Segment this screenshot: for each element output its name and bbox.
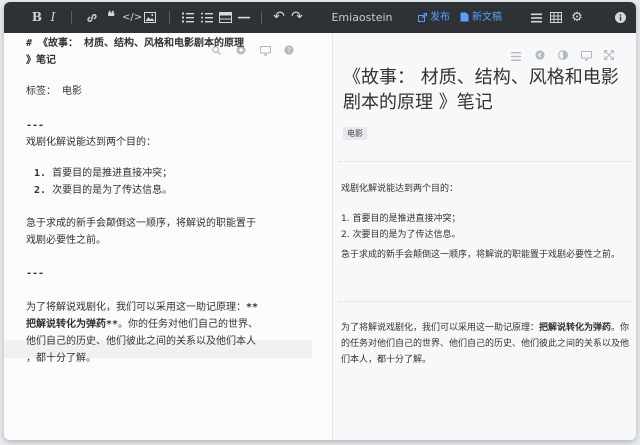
- unordered-list-button[interactable]: [199, 2, 215, 33]
- toolbar: B I ❝ </> ↶ ↷ Emiaostein 发布 新文稿 ⚙: [4, 2, 636, 33]
- list-text: 次要目的是为了传达信息。: [52, 185, 173, 196]
- markdown-editor[interactable]: ? # 《故事： 材质、结构、风格和电影剧本的原理 》笔记 标签： 电影 ---…: [4, 33, 328, 440]
- new-doc-button[interactable]: 新文稿: [460, 2, 502, 33]
- bold-text: 把解说转化为弹药**: [26, 319, 119, 330]
- text-span: 为了将解说戏剧化，我们可以采用这一助记原理：: [341, 323, 540, 333]
- settings-button[interactable]: ⚙: [569, 2, 585, 33]
- preview-pane: 《故事： 材质、结构、风格和电影剧本的原理 》笔记 电影 戏剧化解说能达到两个目…: [332, 33, 636, 440]
- list-text: 首要目的是推进直接冲突；: [52, 168, 173, 179]
- preview-paragraph-2: 为了将解说戏剧化，我们可以采用这一助记原理：把解说转化为弹药。你的任务对他们自己…: [341, 320, 631, 368]
- bold-button[interactable]: B: [30, 2, 44, 33]
- list-number: 1.: [34, 168, 47, 179]
- editor-paragraph2-line3: 他们自己的历史、他们彼此之间的关系以及他们本人: [26, 336, 256, 347]
- divider: [339, 301, 631, 302]
- ordered-list-icon: [182, 12, 194, 23]
- undo-icon: ↶: [273, 9, 285, 25]
- fullscreen-icon[interactable]: [603, 45, 615, 64]
- editor-list-item-1: 1. 首要目的是推进直接冲突；: [34, 167, 172, 181]
- undo-button[interactable]: ↶: [271, 2, 287, 33]
- editor-heading-line1: # 《故事： 材质、结构、风格和电影剧本的原理: [26, 38, 245, 49]
- bold-marker: **: [246, 302, 259, 313]
- link-icon: [87, 13, 97, 22]
- list-number: 2.: [34, 185, 47, 196]
- editor-paragraph2-line4: ，都十分了解。: [26, 353, 96, 364]
- editor-paragraph-line2: 戏剧必要性之前。: [26, 235, 106, 246]
- publish-label: 发布: [430, 12, 450, 23]
- menu-icon: [530, 13, 542, 22]
- bullet-list-icon: [201, 12, 213, 23]
- redo-icon: ↷: [291, 9, 303, 25]
- app-window: B I ❝ </> ↶ ↷ Emiaostein 发布 新文稿 ⚙ ? # 《故…: [4, 2, 636, 440]
- editor-paragraph2-line2: 把解说转化为弹药**。你的任务对他们自己的世界、: [26, 318, 258, 332]
- table-icon: [218, 12, 232, 23]
- editor-paragraph2-line1: 为了将解说戏剧化，我们可以采用这一助记原理：**: [26, 301, 258, 315]
- divider: [339, 161, 631, 162]
- info-button[interactable]: [612, 2, 628, 33]
- gear-icon: ⚙: [571, 10, 583, 25]
- preview-list-item-1: 1. 首要目的是推进直接冲突；: [341, 214, 461, 224]
- horizontal-rule-button[interactable]: [236, 2, 252, 33]
- publish-button[interactable]: 发布: [418, 2, 450, 33]
- monitor-icon[interactable]: [581, 46, 592, 65]
- divider: [261, 11, 262, 24]
- text-span: 为了将解说戏剧化，我们可以采用这一助记原理：: [26, 302, 246, 313]
- svg-text:?: ?: [287, 47, 291, 55]
- redo-button[interactable]: ↷: [289, 2, 305, 33]
- document-title: Emiaostein: [331, 11, 393, 24]
- preview-paragraph: 急于求成的新手会颠倒这一顺序，将解说的职能置于戏剧必要性之前。: [341, 250, 621, 260]
- editor-heading-line2: 》笔记: [26, 55, 56, 66]
- bold-text: 把解说转化为弹药: [539, 323, 612, 333]
- tag-badge[interactable]: 电影: [343, 127, 367, 140]
- preview-title: 《故事： 材质、结构、风格和电影剧本的原理 》笔记: [343, 67, 619, 113]
- image-icon: [144, 12, 156, 23]
- image-button[interactable]: [142, 2, 158, 33]
- back-icon[interactable]: [535, 45, 545, 64]
- share-icon: [418, 12, 427, 22]
- preview-list-item-2: 2. 次要目的是为了传达信息。: [341, 230, 461, 240]
- code-button[interactable]: </>: [122, 2, 143, 33]
- editor-tags-line: 标签： 电影: [26, 86, 83, 97]
- preview-intro: 戏剧化解说能达到两个目的：: [341, 184, 459, 194]
- info-icon: [614, 12, 626, 23]
- grid-icon: [550, 12, 562, 23]
- theme-icon[interactable]: [558, 45, 568, 64]
- editor-list-item-2: 2. 次要目的是为了传达信息。: [34, 184, 172, 198]
- code-icon: </>: [122, 12, 143, 23]
- link-button[interactable]: [84, 2, 100, 33]
- toc-icon[interactable]: [511, 46, 521, 65]
- editor-intro: 戏剧化解说能达到两个目的：: [26, 137, 156, 148]
- new-document-icon: [460, 12, 469, 22]
- quote-button[interactable]: ❝: [103, 2, 119, 33]
- ordered-list-button[interactable]: [180, 2, 196, 33]
- grid-view-button[interactable]: [548, 2, 564, 33]
- editor-paragraph-line1: 急于求成的新手会颠倒这一顺序，将解说的职能置于: [26, 218, 256, 229]
- divider: [71, 11, 72, 24]
- menu-button[interactable]: [528, 2, 544, 33]
- italic-button[interactable]: I: [46, 2, 60, 33]
- editor-rule: ---: [26, 120, 45, 131]
- divider: [169, 11, 170, 24]
- horizontal-rule-icon: [238, 16, 250, 19]
- text-span: 。你的任务对他们自己的世界、: [118, 319, 259, 330]
- table-button[interactable]: [217, 2, 233, 33]
- monitor-icon[interactable]: [260, 46, 271, 59]
- quote-icon: ❝: [107, 9, 115, 25]
- help-icon[interactable]: ?: [284, 45, 294, 58]
- editor-rule: ---: [26, 268, 45, 279]
- new-doc-label: 新文稿: [472, 12, 502, 23]
